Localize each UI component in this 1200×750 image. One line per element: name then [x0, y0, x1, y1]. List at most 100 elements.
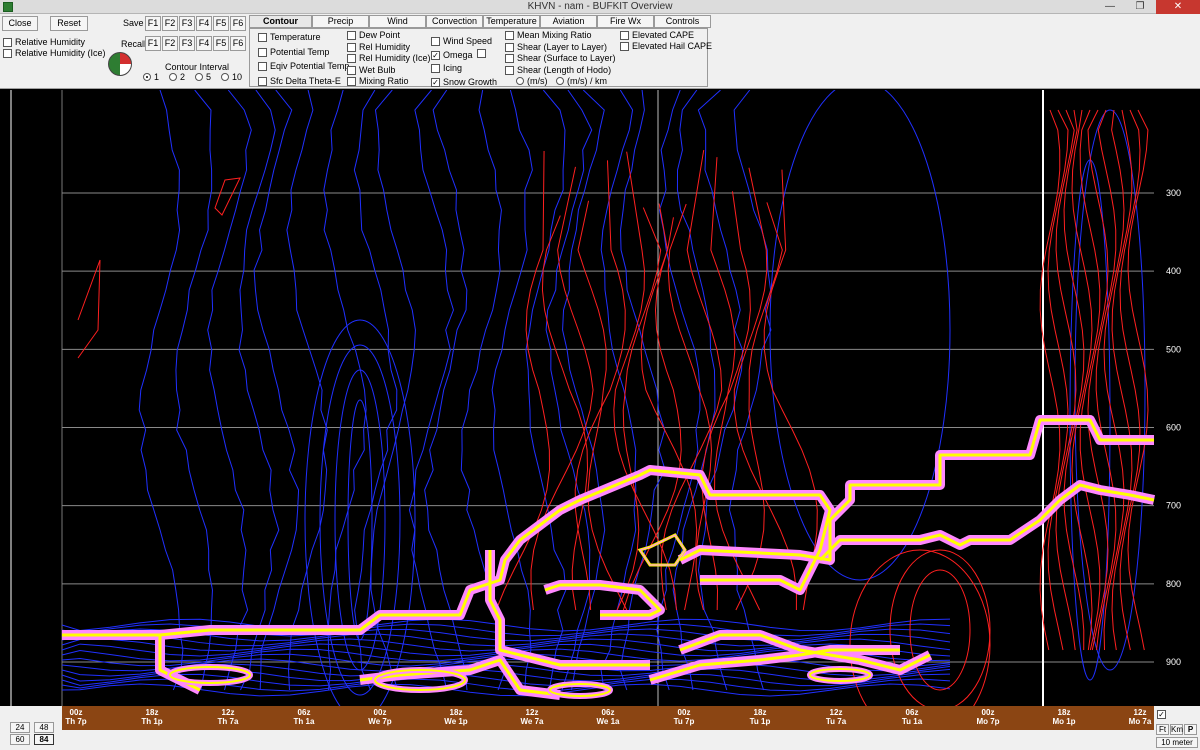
tab-convection[interactable]: Convection: [426, 15, 483, 28]
hours-60-button[interactable]: 60: [10, 734, 30, 745]
tab-precip[interactable]: Precip: [312, 15, 369, 28]
pressure-label: 900: [1166, 657, 1181, 667]
bottom-bar: [62, 730, 1154, 750]
recall-f6-button[interactable]: F6: [230, 36, 246, 51]
maximize-button[interactable]: ❐: [1126, 0, 1154, 14]
units-p-button[interactable]: P: [1184, 724, 1197, 735]
col3-2-checkbox[interactable]: [431, 64, 440, 73]
col3-0-label: Wind Speed: [443, 36, 493, 46]
time-axis: 00z Th 7p 18z Th 1p 12z Th 7a 06z Th 1a 00z We 7p…: [62, 706, 1154, 730]
shear-unit-0-radio[interactable]: [516, 77, 524, 85]
time-label: 00z Tu 7p: [664, 708, 704, 726]
contour-interval-5-radio[interactable]: [195, 73, 203, 81]
contour-interval-10-radio[interactable]: [221, 73, 229, 81]
bufkit-logo: [108, 52, 132, 76]
pressure-label: 800: [1166, 579, 1181, 589]
recall-f3-button[interactable]: F3: [179, 36, 195, 51]
units-km-button[interactable]: Km: [1170, 724, 1183, 735]
time-label-utc: 00z: [981, 708, 995, 717]
relative-humidity-label: Relative Humidity: [15, 37, 86, 47]
time-label-utc: 12z: [525, 708, 539, 717]
col4-3-checkbox[interactable]: [505, 65, 514, 75]
col2-4-checkbox[interactable]: [347, 77, 356, 86]
col2-2-label: Rel Humidity (Ice): [359, 53, 431, 63]
shear-unit-0-label: (m/s): [527, 76, 548, 86]
hours-24-button[interactable]: 24: [10, 722, 30, 733]
col5-0-label: Elevated CAPE: [632, 30, 695, 40]
recall-f2-button[interactable]: F2: [162, 36, 178, 51]
time-label-local: Tu 1a: [901, 717, 923, 726]
col3-1-checkbox[interactable]: ✓: [431, 50, 440, 60]
col4-2-checkbox[interactable]: [505, 54, 514, 63]
time-label-utc: 12z: [221, 708, 235, 717]
contour-interval-1-radio[interactable]: [143, 73, 151, 81]
time-label-utc: 06z: [601, 708, 615, 717]
close-button[interactable]: Close: [2, 16, 38, 31]
units-ft-button[interactable]: Ft: [1156, 724, 1169, 735]
time-label-local: Tu 7p: [673, 717, 695, 726]
tab-fire-wx[interactable]: Fire Wx: [597, 15, 654, 28]
time-label-utc: 00z: [677, 708, 691, 717]
time-label-local: We 7a: [520, 717, 544, 726]
tab-aviation[interactable]: Aviation: [540, 15, 597, 28]
recall-f4-button[interactable]: F4: [196, 36, 212, 51]
relative-humidity-checkbox[interactable]: [3, 38, 12, 47]
col5-0-checkbox[interactable]: [620, 31, 629, 40]
reset-button[interactable]: Reset: [50, 16, 88, 31]
col2-0-checkbox[interactable]: [347, 31, 356, 40]
col2-3-checkbox[interactable]: [347, 65, 356, 75]
col2-1-checkbox[interactable]: [347, 42, 356, 52]
save-f1-button[interactable]: F1: [145, 16, 161, 31]
time-label-utc: 00z: [373, 708, 387, 717]
contour-interval-1-label: 1: [154, 72, 160, 82]
minimize-button[interactable]: —: [1096, 0, 1124, 14]
save-f3-button[interactable]: F3: [179, 16, 195, 31]
col3-3-checkbox[interactable]: ✓: [431, 77, 440, 87]
tab-contour[interactable]: Contour: [249, 15, 312, 28]
col1-1-checkbox[interactable]: [258, 47, 267, 57]
units-selector: ✓ Ft Km P 10 meter: [1154, 706, 1200, 750]
recall-label: Recall: [121, 39, 147, 49]
tab-wind[interactable]: Wind: [369, 15, 426, 28]
relative-humidity-ice-checkbox[interactable]: [3, 49, 12, 58]
col2-4-label: Mixing Ratio: [359, 76, 409, 86]
time-label: 12z Tu 7a: [816, 708, 856, 726]
save-f4-button[interactable]: F4: [196, 16, 212, 31]
save-f6-button[interactable]: F6: [230, 16, 246, 31]
close-window-button[interactable]: ✕: [1156, 0, 1200, 14]
hours-48-button[interactable]: 48: [34, 722, 54, 733]
units-checkbox[interactable]: ✓: [1157, 710, 1166, 719]
save-f5-button[interactable]: F5: [213, 16, 229, 31]
col4-2-label: Shear (Surface to Layer): [517, 53, 616, 63]
col4-1-checkbox[interactable]: [505, 42, 514, 52]
col5-1-checkbox[interactable]: [620, 42, 629, 51]
recall-f1-button[interactable]: F1: [145, 36, 161, 51]
recall-f5-button[interactable]: F5: [213, 36, 229, 51]
col3-0-checkbox[interactable]: [431, 37, 440, 46]
time-label: 18z Tu 1p: [740, 708, 780, 726]
time-label: 18z Mo 1p: [1044, 708, 1084, 726]
contour-interval-label: Contour Interval: [165, 62, 230, 72]
contour-interval-2-radio[interactable]: [169, 73, 177, 81]
time-label: 12z Th 7a: [208, 708, 248, 726]
col1-2-checkbox[interactable]: [258, 62, 267, 71]
col1-3-checkbox[interactable]: [258, 76, 267, 86]
col2-2-checkbox[interactable]: [347, 54, 356, 63]
col4-0-checkbox[interactable]: [505, 31, 514, 40]
tab-controls[interactable]: Controls: [654, 15, 711, 28]
time-label-local: Th 1p: [141, 717, 163, 726]
col3-3-label: Snow Growth: [443, 76, 498, 87]
time-label: 00z Th 7p: [56, 708, 96, 726]
col4-1-label: Shear (Layer to Layer): [517, 41, 608, 52]
shear-unit-1-radio[interactable]: [556, 77, 564, 85]
col3-2-label: Icing: [443, 63, 463, 73]
tab-temperature[interactable]: Temperature: [483, 15, 540, 28]
time-label: 18z Th 1p: [132, 708, 172, 726]
col4-0-label: Mean Mixing Ratio: [517, 30, 592, 40]
hours-84-button[interactable]: 84: [34, 734, 54, 745]
pressure-label: 600: [1166, 423, 1181, 433]
save-f2-button[interactable]: F2: [162, 16, 178, 31]
col1-0-checkbox[interactable]: [258, 33, 267, 42]
contour-interval-5-label: 5: [206, 72, 212, 82]
omega-option-box[interactable]: [477, 49, 486, 58]
